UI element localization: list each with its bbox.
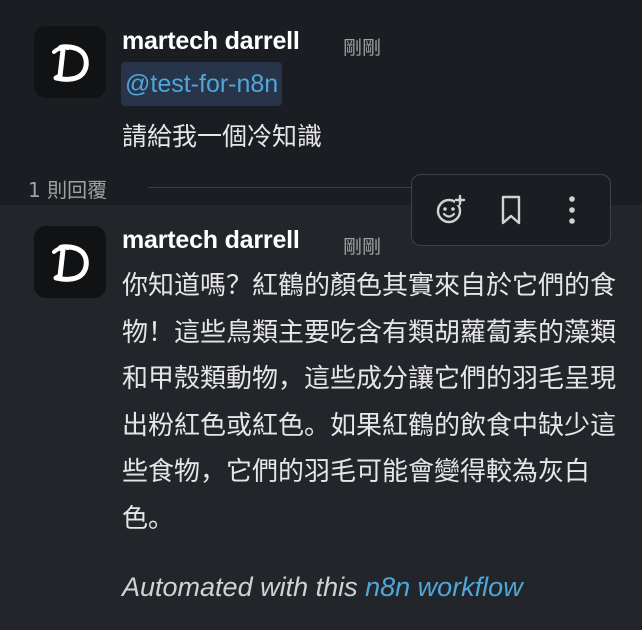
reply-count-label[interactable]: 1 則回覆 [28,174,107,203]
add-reaction-button[interactable] [428,188,472,232]
more-options-icon [568,196,575,224]
d-logo-icon [52,244,89,282]
message-timestamp[interactable]: 剛剛 [343,33,381,60]
reply-timestamp[interactable]: 剛剛 [343,232,381,259]
reply-sender-name[interactable]: martech darrell [122,226,300,255]
sender-name[interactable]: martech darrell [122,27,300,56]
add-reaction-icon [437,194,466,224]
reply-sender-avatar[interactable] [34,226,106,298]
bookmark-icon [501,195,521,225]
footer-prefix: Automated with this [122,572,366,602]
user-mention[interactable]: @test-for-n8n [121,62,283,106]
divider-line [148,187,413,188]
d-logo-icon [52,44,89,82]
automation-footer: Automated with this n8n workflow [122,572,523,603]
message-text: 請給我一個冷知識 [122,122,323,151]
message-actions-toolbar [411,174,611,246]
sender-avatar[interactable] [34,26,106,98]
more-actions-button[interactable] [550,188,594,232]
n8n-workflow-link[interactable]: n8n workflow [365,572,523,602]
message-original: martech darrell 剛剛 @test-for-n8n 請給我一個冷知… [0,0,642,180]
reply-text: 你知道嗎？紅鶴的顏色其實來自於它們的食物！這些鳥類主要吃含有類胡蘿蔔素的藻類和甲… [122,271,617,534]
save-for-later-button[interactable] [489,188,533,232]
